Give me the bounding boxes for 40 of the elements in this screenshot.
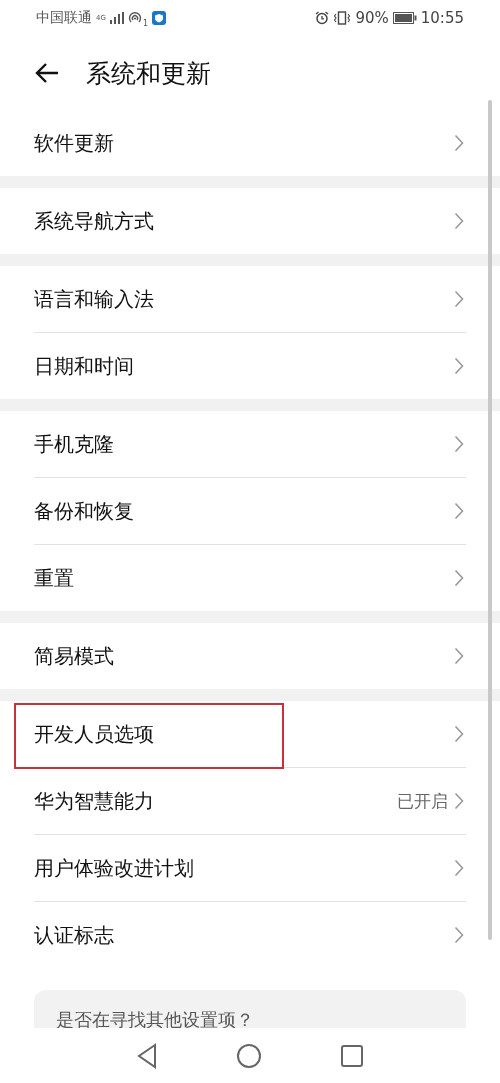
settings-item[interactable]: 华为智慧能力 已开启 (34, 768, 466, 835)
chevron-icon (454, 290, 464, 308)
settings-item[interactable]: 用户体验改进计划 (34, 835, 466, 902)
chevron-icon (454, 212, 464, 230)
settings-item[interactable]: 语言和输入法 (34, 266, 466, 333)
settings-item[interactable]: 开发人员选项 (34, 701, 466, 768)
chevron-icon (454, 647, 464, 665)
home-nav-button[interactable] (236, 1042, 262, 1069)
signal-icon (109, 12, 124, 24)
chevron-icon (454, 435, 464, 453)
chevron-icon (454, 725, 464, 743)
settings-item[interactable]: 简易模式 (34, 623, 466, 689)
chevron-icon (454, 502, 464, 520)
settings-item[interactable]: 手机克隆 (34, 411, 466, 478)
settings-item[interactable]: 认证标志 (34, 902, 466, 968)
page-title: 系统和更新 (86, 57, 211, 90)
settings-item[interactable]: 日期和时间 (34, 333, 466, 399)
settings-item[interactable]: 系统导航方式 (34, 188, 466, 254)
back-button[interactable] (34, 62, 60, 84)
chevron-icon (454, 792, 464, 810)
battery-percent: 90% (355, 9, 389, 27)
chevron-icon (454, 859, 464, 877)
chevron-icon (454, 926, 464, 944)
hotspot-icon (127, 11, 142, 25)
hotspot-count: 1 (142, 18, 148, 28)
suggestion-text: 是否在寻找其他设置项？ (56, 1009, 254, 1028)
clock-time: 10:55 (420, 9, 464, 27)
chevron-icon (454, 134, 464, 152)
chevron-icon (454, 569, 464, 587)
battery-icon (392, 12, 417, 24)
alarm-icon (315, 11, 330, 25)
shield-app-icon (152, 11, 166, 25)
back-nav-button[interactable] (136, 1042, 158, 1069)
vibrate-icon (333, 11, 352, 25)
chevron-icon (454, 357, 464, 375)
recents-nav-button[interactable] (340, 1043, 364, 1068)
settings-item[interactable]: 重置 (34, 545, 466, 611)
settings-item[interactable]: 备份和恢复 (34, 478, 466, 545)
carrier-name: 中国联通 (36, 9, 92, 27)
settings-item[interactable]: 软件更新 (34, 110, 466, 176)
